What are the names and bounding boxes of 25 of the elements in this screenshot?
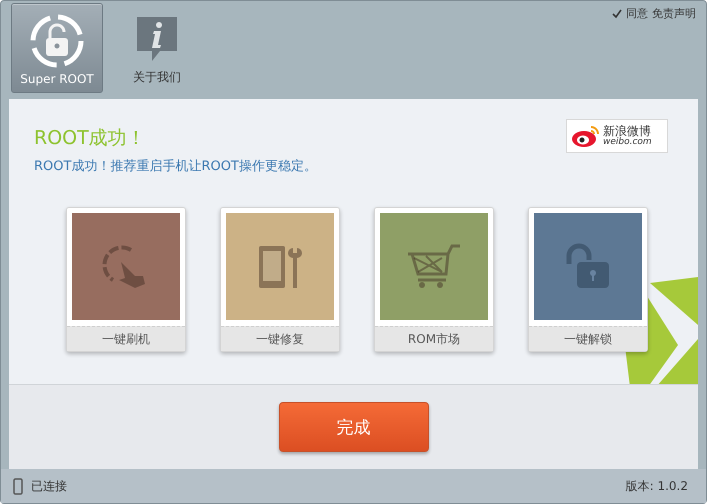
success-message: ROOT成功！推荐重启手机让ROOT操作更稳定。 <box>33 158 318 175</box>
lock-refresh-icon <box>30 14 84 68</box>
nav-tab[interactable]: Super ROOT <box>11 3 103 93</box>
eye-logo-icon <box>571 124 601 148</box>
tool-label: ROM市场 <box>375 326 493 351</box>
tool-card[interactable]: ROM市场 <box>374 207 494 352</box>
version-label: 版本: 1.0.2 <box>626 478 688 494</box>
weibo-domain: weibo.com <box>603 138 652 148</box>
tool-label: 一键刷机 <box>67 326 185 351</box>
tool-label: 一键修复 <box>221 326 339 351</box>
phone-icon <box>13 478 23 494</box>
nav-tab[interactable]: 关于我们 <box>111 3 203 93</box>
weibo-name: 新浪微博 <box>603 124 652 138</box>
tool-card[interactable]: 一键刷机 <box>66 207 186 352</box>
disclaimer-link[interactable]: 免责声明 <box>652 6 696 21</box>
done-button[interactable]: 完成 <box>278 402 428 452</box>
tool-card[interactable]: 一键解锁 <box>528 207 648 352</box>
success-title: ROOT成功！ <box>34 126 146 151</box>
tool-label: 一键解锁 <box>529 326 647 351</box>
weibo-logo[interactable]: 新浪微博 weibo.com <box>566 119 668 153</box>
agree-label: 同意 <box>626 6 648 21</box>
check-icon[interactable] <box>612 8 622 18</box>
connection-status: 已连接 <box>31 478 67 494</box>
tool-card[interactable]: 一键修复 <box>220 207 340 352</box>
cart-icon <box>406 244 462 290</box>
